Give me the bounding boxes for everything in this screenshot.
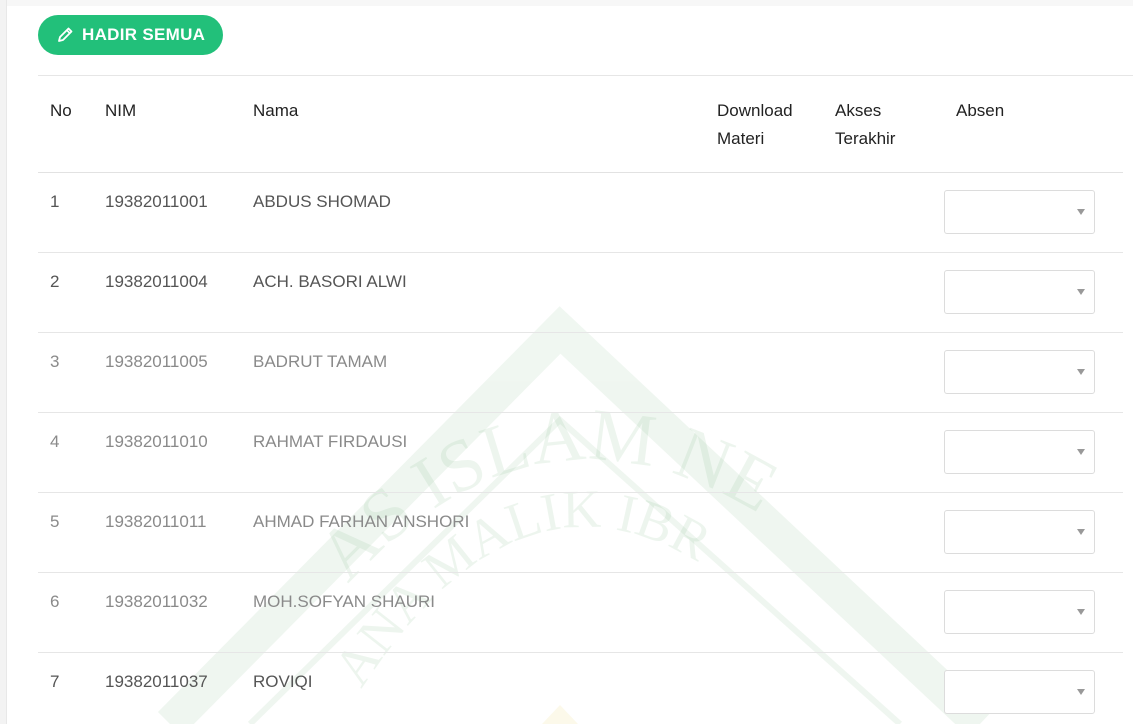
cell-download	[705, 332, 823, 413]
table-row: 3 19382011005 BADRUT TAMAM	[38, 332, 1123, 413]
absen-select[interactable]	[944, 350, 1095, 394]
cell-nim: 19382011011	[93, 492, 241, 573]
chevron-down-icon	[1077, 209, 1085, 215]
cell-nama: ABDUS SHOMAD	[241, 172, 705, 253]
cell-akses	[823, 252, 944, 333]
cell-nama: ACH. BASORI ALWI	[241, 252, 705, 333]
absen-select[interactable]	[944, 590, 1095, 634]
cell-akses	[823, 412, 944, 493]
cell-download	[705, 252, 823, 333]
table-header-row: No NIM Nama Download Materi Akses Terakh…	[38, 76, 1123, 173]
attendance-table: No NIM Nama Download Materi Akses Terakh…	[38, 76, 1123, 724]
cell-akses	[823, 172, 944, 253]
absen-select[interactable]	[944, 190, 1095, 234]
cell-absen	[944, 492, 1123, 573]
page: AS ISLAM NE ANA MALIK IBR HADIR SEMUA No…	[0, 0, 1133, 724]
cell-no: 5	[38, 492, 93, 573]
cell-nama: RAHMAT FIRDAUSI	[241, 412, 705, 493]
absen-select[interactable]	[944, 670, 1095, 714]
cell-absen	[944, 332, 1123, 413]
header-akses-terakhir: Akses Terakhir	[823, 76, 944, 173]
cell-akses	[823, 332, 944, 413]
table-row: 5 19382011011 AHMAD FARHAN ANSHORI	[38, 492, 1123, 573]
toolbar: HADIR SEMUA	[38, 15, 224, 55]
left-panel-edge	[0, 0, 7, 724]
cell-absen	[944, 412, 1123, 493]
hadir-semua-label: HADIR SEMUA	[82, 25, 206, 44]
cell-akses	[823, 572, 944, 653]
cell-nama: MOH.SOFYAN SHAURI	[241, 572, 705, 653]
absen-select[interactable]	[944, 270, 1095, 314]
chevron-down-icon	[1077, 369, 1085, 375]
table-row: 7 19382011037 ROVIQI	[38, 652, 1123, 724]
cell-nim: 19382011037	[93, 652, 241, 724]
table-row: 2 19382011004 ACH. BASORI ALWI	[38, 252, 1123, 333]
cell-absen	[944, 572, 1123, 653]
cell-nim: 19382011005	[93, 332, 241, 413]
chevron-down-icon	[1077, 289, 1085, 295]
cell-nim: 19382011032	[93, 572, 241, 653]
chevron-down-icon	[1077, 529, 1085, 535]
cell-nama: ROVIQI	[241, 652, 705, 724]
header-download-line1: Download	[717, 101, 793, 120]
table-row: 1 19382011001 ABDUS SHOMAD	[38, 172, 1123, 253]
absen-select[interactable]	[944, 430, 1095, 474]
header-nim: NIM	[93, 76, 241, 173]
cell-nim: 19382011010	[93, 412, 241, 493]
table-row: 6 19382011032 MOH.SOFYAN SHAURI	[38, 572, 1123, 653]
hadir-semua-button[interactable]: HADIR SEMUA	[38, 15, 224, 55]
cell-download	[705, 572, 823, 653]
cell-download	[705, 172, 823, 253]
cell-no: 6	[38, 572, 93, 653]
cell-download	[705, 412, 823, 493]
cell-no: 3	[38, 332, 93, 413]
header-akses-line1: Akses	[835, 101, 882, 120]
chevron-down-icon	[1077, 449, 1085, 455]
header-absen: Absen	[944, 76, 1123, 173]
cell-no: 4	[38, 412, 93, 493]
cell-absen	[944, 652, 1123, 724]
cell-akses	[823, 652, 944, 724]
cell-nim: 19382011001	[93, 172, 241, 253]
header-nama: Nama	[241, 76, 705, 173]
header-akses-line2: Terakhir	[835, 129, 896, 148]
cell-no: 2	[38, 252, 93, 333]
cell-download	[705, 652, 823, 724]
header-download-line2: Materi	[717, 129, 765, 148]
table-row: 4 19382011010 RAHMAT FIRDAUSI	[38, 412, 1123, 493]
cell-akses	[823, 492, 944, 573]
cell-no: 1	[38, 172, 93, 253]
top-border	[0, 0, 1133, 6]
chevron-down-icon	[1077, 609, 1085, 615]
cell-nim: 19382011004	[93, 252, 241, 333]
cell-nama: BADRUT TAMAM	[241, 332, 705, 413]
header-download-materi: Download Materi	[705, 76, 823, 173]
chevron-down-icon	[1077, 689, 1085, 695]
absen-select[interactable]	[944, 510, 1095, 554]
header-no: No	[38, 76, 93, 173]
cell-no: 7	[38, 652, 93, 724]
cell-absen	[944, 172, 1123, 253]
cell-absen	[944, 252, 1123, 333]
cell-download	[705, 492, 823, 573]
cell-nama: AHMAD FARHAN ANSHORI	[241, 492, 705, 573]
pencil-icon	[56, 26, 74, 44]
